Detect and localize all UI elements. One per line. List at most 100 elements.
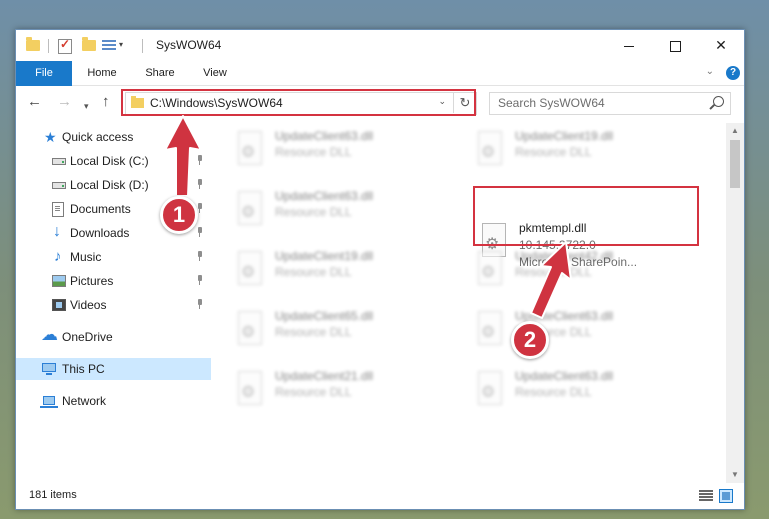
videos-icon bbox=[52, 299, 66, 311]
sidebar-item-label: Pictures bbox=[70, 274, 114, 288]
pin-icon[interactable] bbox=[196, 251, 204, 262]
scroll-up-icon[interactable]: ▲ bbox=[726, 123, 744, 139]
close-button[interactable]: ✕ bbox=[698, 30, 744, 61]
vertical-scrollbar[interactable]: ▲ ▼ bbox=[726, 123, 744, 483]
recent-locations-button[interactable]: ▾ bbox=[84, 96, 89, 116]
up-button[interactable]: ↑ bbox=[102, 92, 110, 112]
file-tile[interactable]: ⚙ UpdateClient65.dll Resource DLL bbox=[223, 305, 453, 353]
onedrive-icon bbox=[41, 324, 58, 346]
file-highlight bbox=[473, 186, 699, 246]
scroll-thumb[interactable] bbox=[730, 140, 740, 188]
maximize-button[interactable] bbox=[652, 30, 698, 61]
file-tile[interactable]: ⚙ UpdateClient42.dll Resource DLL bbox=[463, 245, 693, 293]
pin-icon[interactable] bbox=[196, 227, 204, 238]
sidebar-item-label: Local Disk (D:) bbox=[70, 178, 149, 192]
sidebar-item-label: Videos bbox=[70, 298, 107, 312]
new-folder-icon[interactable] bbox=[82, 37, 96, 51]
file-tile[interactable]: ⚙ UpdateClient63.dll Resource DLL bbox=[463, 365, 693, 413]
expand-ribbon-chevron-icon[interactable]: ⌄ bbox=[706, 66, 714, 77]
pin-icon[interactable] bbox=[196, 155, 204, 166]
file-list: ⚙ UpdateClient63.dll Resource DLL ⚙ Upda… bbox=[211, 123, 726, 483]
ribbon: File Home Share View ⌄ ? bbox=[16, 61, 744, 109]
dll-file-icon: ⚙ bbox=[235, 131, 265, 167]
tab-share[interactable]: Share bbox=[134, 61, 186, 85]
dll-file-icon: ⚙ bbox=[235, 311, 265, 347]
sidebar-item-quick-access[interactable]: Quick access bbox=[16, 126, 211, 148]
sidebar-item-local-disk-c[interactable]: Local Disk (C:) bbox=[16, 150, 211, 172]
sidebar-item-label: Local Disk (C:) bbox=[70, 154, 149, 168]
file-name: UpdateClient19.dll bbox=[275, 249, 374, 263]
forward-button[interactable]: → bbox=[57, 92, 72, 112]
dll-file-icon: ⚙ bbox=[475, 311, 505, 347]
tiles-view-icon[interactable] bbox=[719, 489, 733, 503]
customize-toolbar-chevron-icon[interactable]: ▾ bbox=[119, 40, 123, 56]
file-name: UpdateClient63.dll bbox=[275, 189, 374, 203]
scroll-down-icon[interactable]: ▼ bbox=[726, 467, 744, 483]
help-icon[interactable]: ? bbox=[726, 66, 740, 80]
file-name: UpdateClient21.dll bbox=[275, 369, 374, 383]
sidebar-item-label: Downloads bbox=[70, 226, 130, 240]
sidebar-item-label: OneDrive bbox=[62, 330, 113, 344]
file-type: Resource DLL bbox=[515, 145, 592, 159]
file-tile[interactable]: ⚙ UpdateClient63.dll Resource DLL bbox=[223, 125, 453, 173]
tab-home[interactable]: Home bbox=[76, 61, 128, 85]
file-tile[interactable]: ⚙ UpdateClient19.dll Resource DLL bbox=[463, 125, 693, 173]
pin-icon[interactable] bbox=[196, 179, 204, 190]
sidebar-item-label: Documents bbox=[70, 202, 131, 216]
back-button[interactable]: ← bbox=[27, 92, 42, 112]
downloads-icon bbox=[52, 221, 66, 243]
step-badge-1: 1 bbox=[160, 196, 198, 234]
sidebar-item-onedrive[interactable]: OneDrive bbox=[16, 324, 211, 348]
status-bar: 181 items bbox=[16, 483, 744, 509]
file-name: UpdateClient63.dll bbox=[275, 129, 374, 143]
documents-icon bbox=[52, 202, 64, 217]
dll-file-icon: ⚙ bbox=[475, 371, 505, 407]
title-bar: ▾ SysWOW64 ✕ bbox=[16, 30, 744, 61]
file-type: Resource DLL bbox=[275, 385, 352, 399]
sidebar-item-network[interactable]: Network bbox=[16, 390, 211, 412]
file-tile[interactable]: ⚙ UpdateClient63.dll Resource DLL bbox=[223, 185, 453, 233]
toolbar-separator bbox=[142, 39, 143, 53]
tab-view[interactable]: View bbox=[190, 61, 240, 85]
sidebar-item-videos[interactable]: Videos bbox=[16, 294, 211, 316]
dll-file-icon: ⚙ bbox=[475, 131, 505, 167]
sidebar-item-local-disk-d[interactable]: Local Disk (D:) bbox=[16, 174, 211, 196]
minimize-icon bbox=[624, 45, 634, 47]
navigation-pane: Quick access Local Disk (C:) Local Disk … bbox=[16, 126, 211, 481]
sidebar-item-label: Music bbox=[70, 250, 102, 264]
folder-icon bbox=[26, 37, 40, 51]
dll-file-icon: ⚙ bbox=[235, 251, 265, 287]
item-count: 181 items bbox=[29, 489, 77, 501]
file-tile[interactable]: ⚙ UpdateClient63.dll Resource DLL bbox=[463, 305, 693, 353]
pin-icon[interactable] bbox=[196, 275, 204, 286]
search-icon[interactable] bbox=[713, 96, 724, 107]
properties-check-icon[interactable] bbox=[58, 37, 72, 54]
file-type: Resource DLL bbox=[275, 145, 352, 159]
file-name: UpdateClient19.dll bbox=[515, 129, 614, 143]
file-tile[interactable]: ⚙ UpdateClient21.dll Resource DLL bbox=[223, 365, 453, 413]
pictures-icon bbox=[52, 275, 66, 287]
dll-file-icon: ⚙ bbox=[475, 251, 505, 287]
file-type: Resource DLL bbox=[275, 325, 352, 339]
dll-file-icon: ⚙ bbox=[235, 191, 265, 227]
properties-list-icon[interactable] bbox=[102, 40, 116, 52]
file-tile[interactable]: ⚙ UpdateClient19.dll Resource DLL bbox=[223, 245, 453, 293]
search-box[interactable]: Search SysWOW64 bbox=[489, 92, 731, 115]
drive-icon bbox=[52, 182, 66, 189]
file-type: Resource DLL bbox=[515, 265, 592, 279]
file-type: Resource DLL bbox=[515, 385, 592, 399]
sidebar-item-this-pc[interactable]: This PC bbox=[16, 358, 211, 380]
sidebar-item-label: Quick access bbox=[62, 130, 134, 144]
file-type: Resource DLL bbox=[275, 265, 352, 279]
minimize-button[interactable] bbox=[606, 30, 652, 61]
sidebar-item-pictures[interactable]: Pictures bbox=[16, 270, 211, 292]
sidebar-item-music[interactable]: Music bbox=[16, 246, 211, 268]
drive-icon bbox=[52, 158, 66, 165]
details-view-icon[interactable] bbox=[699, 490, 713, 502]
file-name: UpdateClient42.dll bbox=[515, 249, 614, 263]
pin-icon[interactable] bbox=[196, 299, 204, 310]
network-icon bbox=[40, 396, 58, 408]
sidebar-item-label: This PC bbox=[62, 362, 105, 376]
address-bar-highlight bbox=[121, 89, 476, 116]
search-placeholder: Search SysWOW64 bbox=[498, 96, 605, 110]
